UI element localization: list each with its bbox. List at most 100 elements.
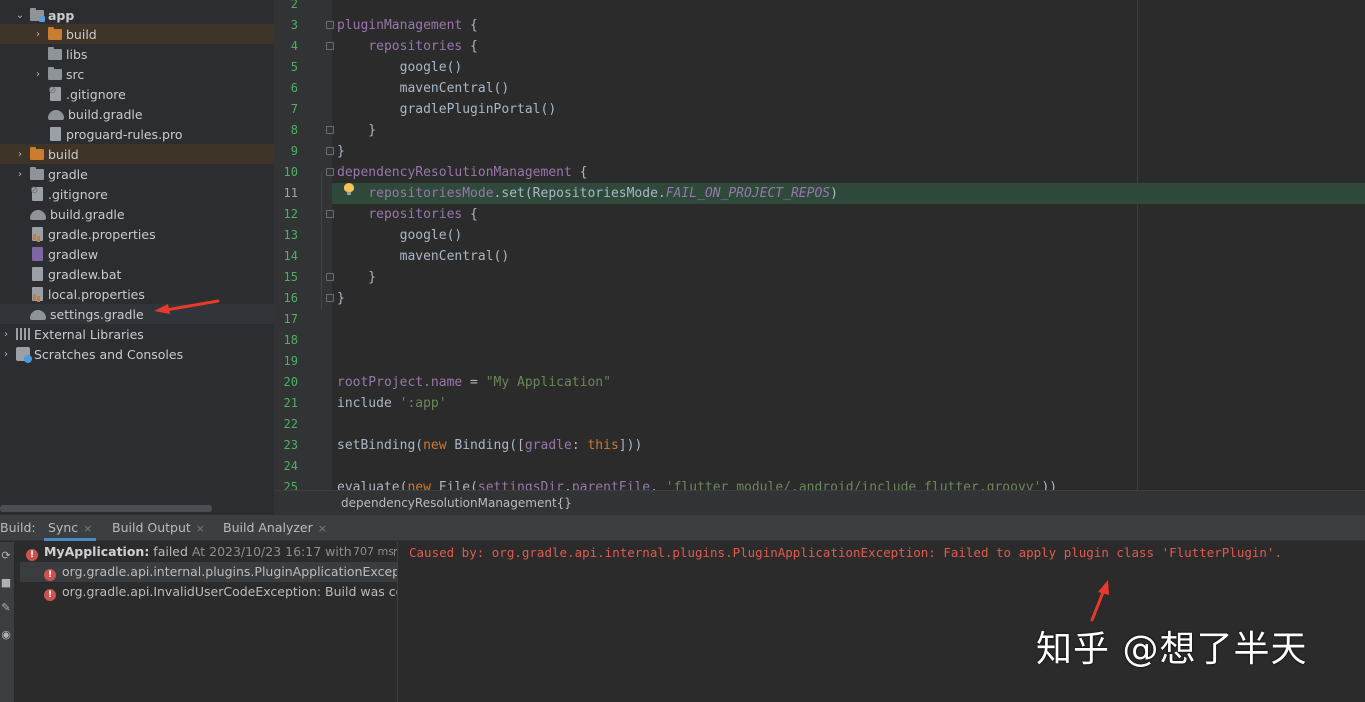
tab-build-output[interactable]: Build Output × [112,515,205,541]
error-row[interactable]: ! org.gradle.api.internal.plugins.PluginA… [20,562,397,582]
code-line: setBinding(new Binding([gradle: this])) [337,438,643,453]
module-folder-icon [30,8,45,22]
code-line: rootProject.name = "My Application" [337,375,611,390]
chevron-right-icon[interactable]: › [32,69,44,80]
tree-item-label: gradle [48,166,88,182]
error-message: org.gradle.api.InvalidUserCodeException:… [62,584,397,599]
line-number: 25 [283,480,298,490]
error-icon: ! [44,569,56,581]
build-label: Build: [0,520,36,535]
sync-duration: 707 ms [351,542,394,562]
tree-item-label: settings.gradle [50,306,144,322]
tree-item-label: External Libraries [34,326,144,342]
gradle-icon [30,310,46,320]
right-margin-guide [1137,0,1138,490]
tree-item-app-build[interactable]: › build [0,24,274,44]
stop-icon[interactable]: ■ [0,577,12,589]
line-number: 9 [290,144,298,158]
line-number: 23 [283,438,298,452]
tree-item-local-properties[interactable]: local.properties [0,284,274,304]
error-row[interactable]: ! org.gradle.api.InvalidUserCodeException… [20,582,397,602]
tab-build-analyzer[interactable]: Build Analyzer × [223,515,327,541]
tree-item-gradlew[interactable]: gradlew [0,244,274,264]
tree-item-gradlew-bat[interactable]: gradlew.bat [0,264,274,284]
tree-item-label: .gitignore [48,186,108,202]
code-line: gradlePluginPortal() [337,102,557,117]
line-number: 21 [283,396,298,410]
tab-label: Build Output [112,520,191,535]
bat-file-icon [32,267,43,281]
tree-item-gradle[interactable]: › gradle [0,164,274,184]
gradle-icon [48,110,64,120]
code-line: mavenCentral() [337,81,510,96]
code-line: google() [337,60,463,75]
tree-item-root-build[interactable]: › build [0,144,274,164]
horizontal-scrollbar[interactable] [0,505,212,512]
tree-item-proguard-rules[interactable]: proguard-rules.pro [0,124,274,144]
tab-sync[interactable]: Sync × [44,515,97,541]
code-line: pluginManagement { [337,18,478,33]
chevron-right-icon[interactable]: › [14,169,26,180]
code-line: mavenCentral() [337,249,510,264]
tree-item-src[interactable]: › src [0,64,274,84]
chevron-right-icon[interactable]: › [0,349,12,360]
tree-item-external-libraries[interactable]: › External Libraries [0,324,274,344]
tree-item-libs[interactable]: libs [0,44,274,64]
fold-toggle-icon[interactable] [326,21,334,29]
fold-toggle-icon[interactable] [326,294,334,302]
tree-item-app-build-gradle[interactable]: build.gradle [0,104,274,124]
tree-item-scratches[interactable]: › Scratches and Consoles [0,344,274,364]
project-tree: ⌄ app › build libs › src .gitignore buil… [0,0,274,515]
code-editor[interactable]: 2 3 4 5 6 7 8 9 10 11 12 13 14 15 16 17 … [274,0,1365,490]
annotation-arrow [154,299,220,314]
folder-icon [48,67,62,80]
fold-toggle-icon[interactable] [326,147,334,155]
tree-item-settings-gradle[interactable]: settings.gradle [0,304,274,324]
tree-item-label: libs [66,46,88,62]
eye-icon[interactable]: ◉ [0,629,12,641]
fold-toggle-icon[interactable] [326,273,334,281]
line-number: 16 [283,291,298,305]
code-line: repositoriesMode.set(RepositoriesMode.FA… [368,186,838,201]
tree-item-gradle-properties[interactable]: gradle.properties [0,224,274,244]
properties-file-icon [32,287,43,301]
line-number: 6 [290,81,298,95]
tab-label: Build Analyzer [223,520,313,535]
chevron-right-icon[interactable]: › [32,29,44,40]
chevron-down-icon[interactable]: ⌄ [14,10,26,21]
tree-item-app[interactable]: ⌄ app [0,5,274,25]
annotation-arrow [1090,580,1109,622]
close-icon[interactable]: × [83,522,92,535]
line-number: 7 [290,102,298,116]
folder-icon [30,167,44,180]
build-tab-bar: Build: Sync × Build Output × Build Analyze… [0,515,1365,541]
tree-item-root-build-gradle[interactable]: build.gradle [0,204,274,224]
close-icon[interactable]: × [318,522,327,535]
fold-toggle-icon[interactable] [326,42,334,50]
code-line: repositories { [368,207,478,222]
tree-item-label: gradle.properties [48,226,156,242]
line-number: 24 [283,459,298,473]
line-number: 17 [283,312,298,326]
line-number: 2 [290,0,298,11]
breadcrumb-item[interactable]: dependencyResolutionManagement{} [341,496,572,510]
scratches-icon [16,347,32,363]
tree-item-app-gitignore[interactable]: .gitignore [0,84,274,104]
line-number: 19 [283,354,298,368]
tree-item-root-gitignore[interactable]: .gitignore [0,184,274,204]
pin-icon[interactable]: ✎ [0,602,12,614]
chevron-right-icon[interactable]: › [14,149,26,160]
fold-toggle-icon[interactable] [326,126,334,134]
code-line: } [337,291,345,306]
tree-item-label: build.gradle [50,206,125,222]
code-line: include ':app' [337,396,447,411]
sync-root-row[interactable]: ! MyApplication: failed At 2023/10/23 16:… [20,542,397,562]
close-icon[interactable]: × [196,522,205,535]
chevron-right-icon[interactable]: › [0,329,12,340]
sync-icon[interactable]: ⟳ [0,550,12,562]
tree-item-label: build [66,26,97,42]
fold-toggle-icon[interactable] [326,210,334,218]
breadcrumb[interactable]: dependencyResolutionManagement{} [274,490,1365,515]
fold-toggle-icon[interactable] [326,168,334,176]
line-number: 5 [290,60,298,74]
